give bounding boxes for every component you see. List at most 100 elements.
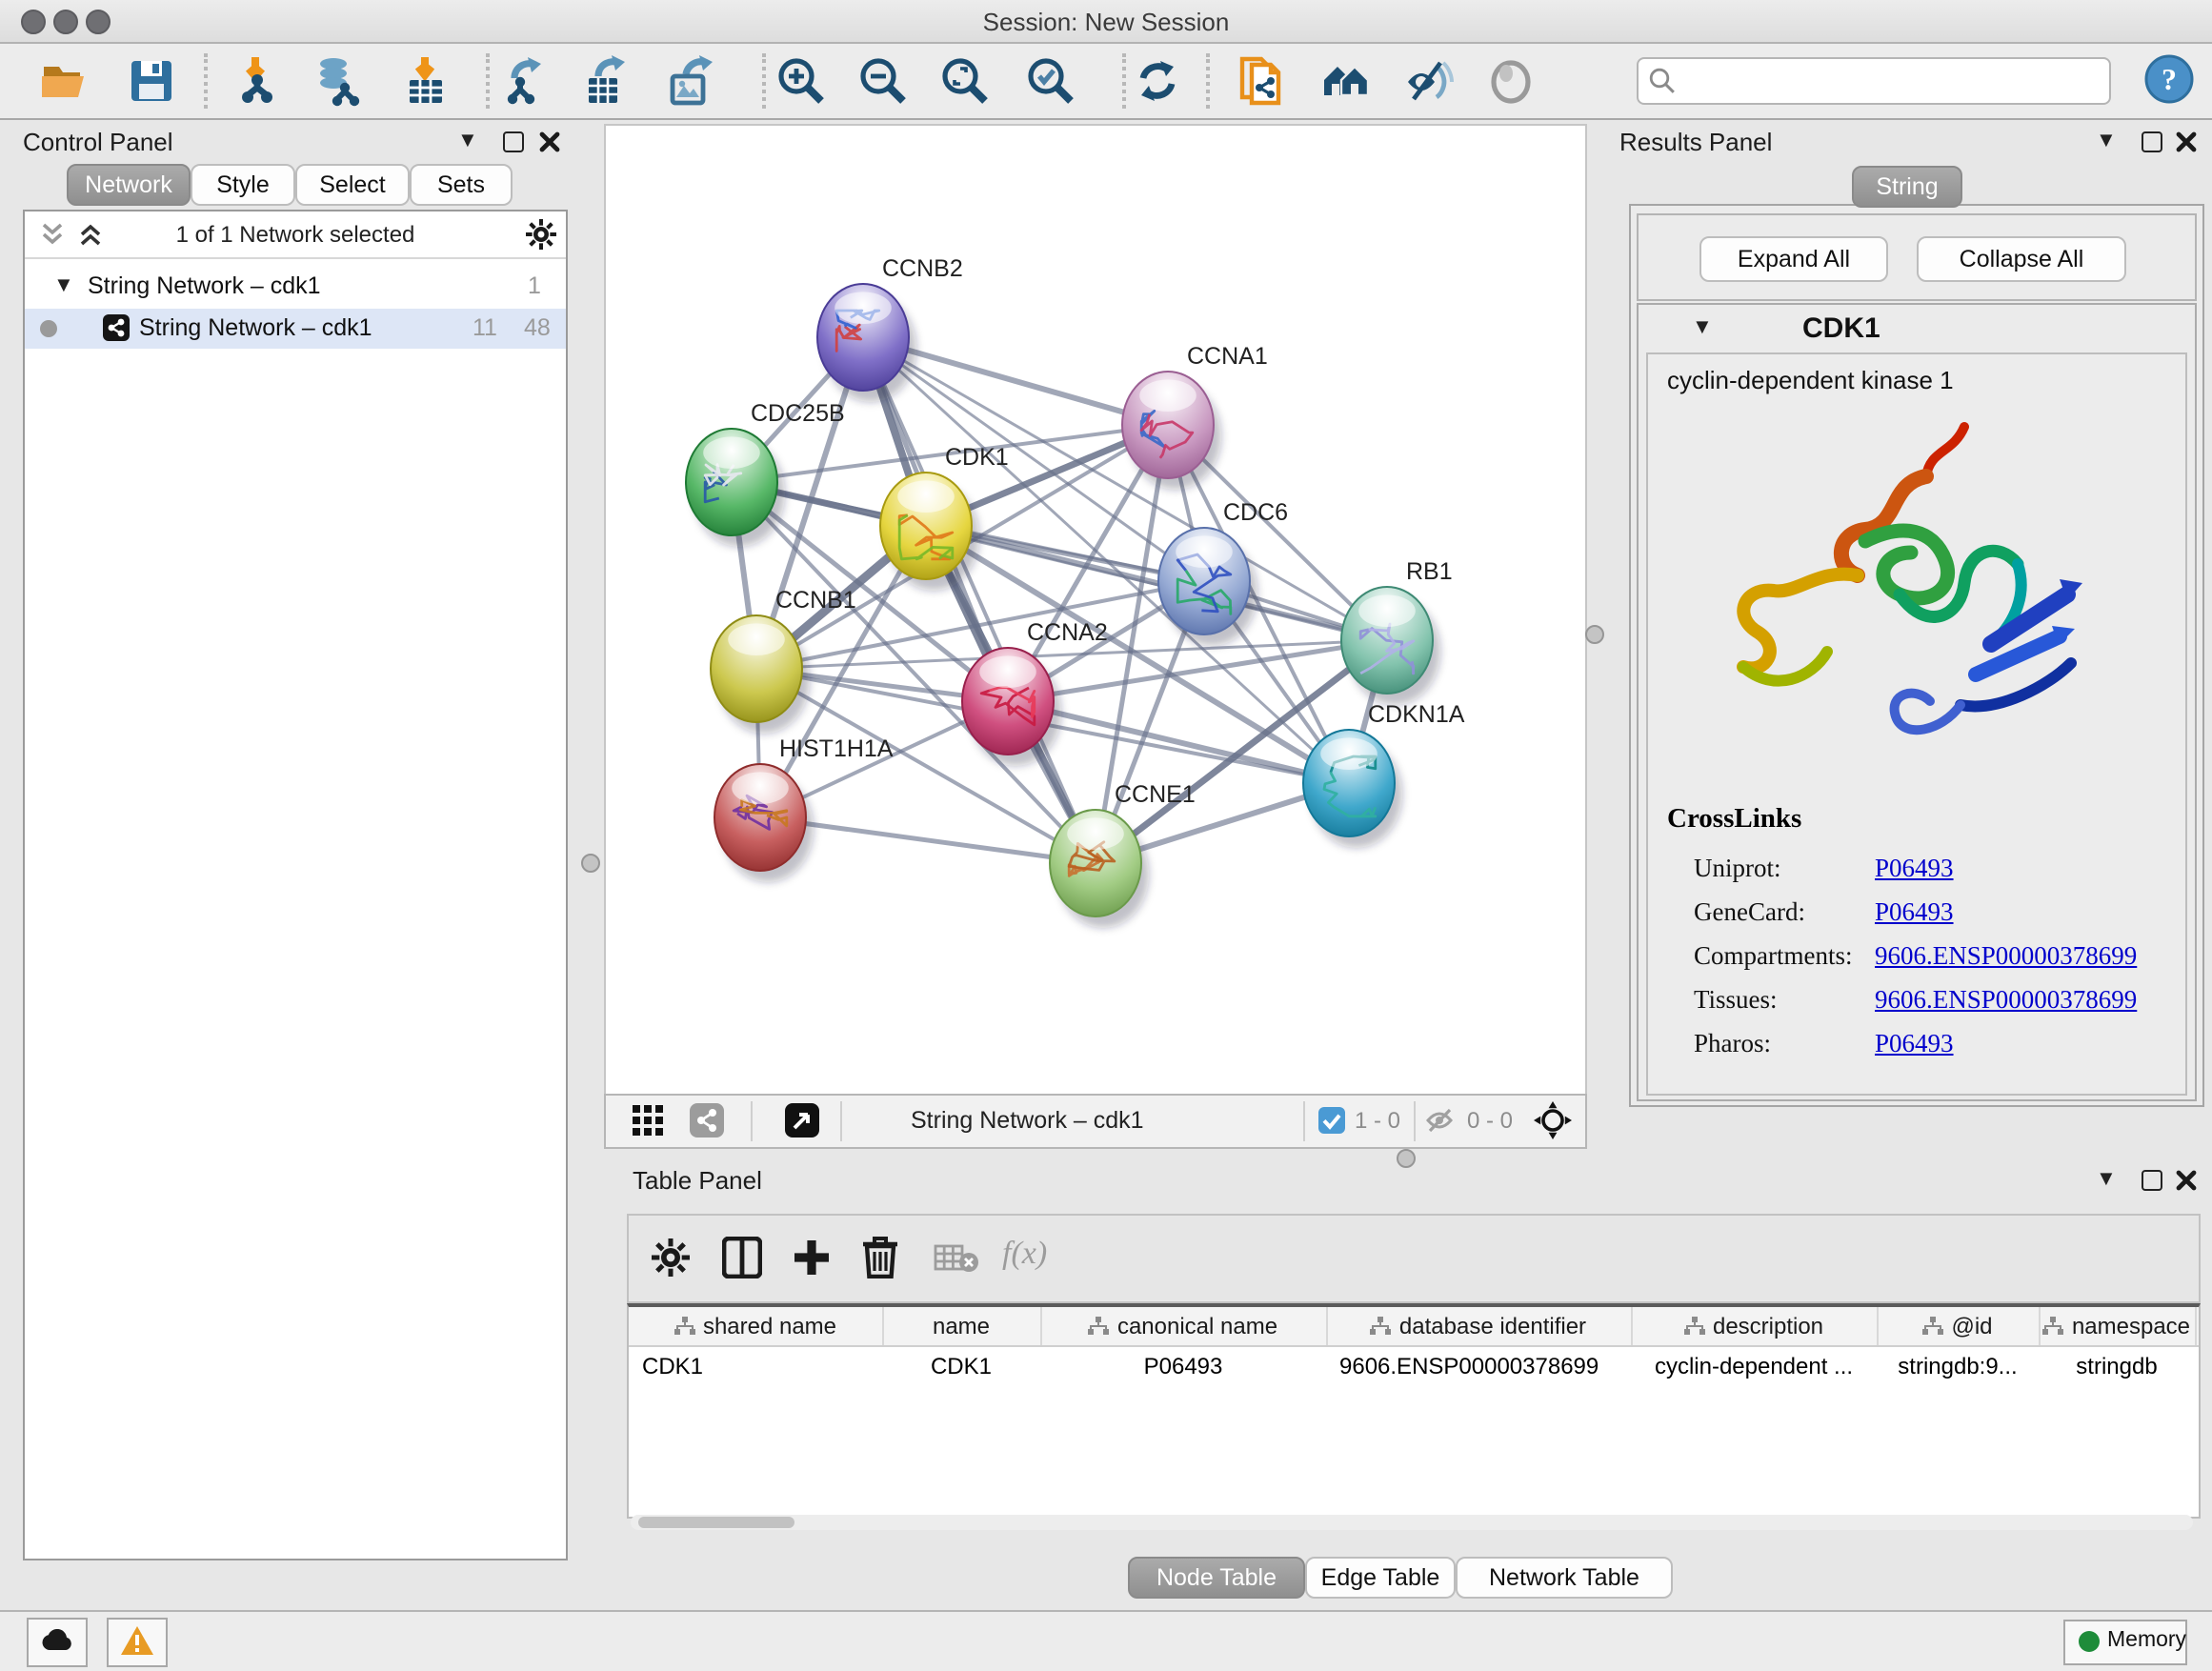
show-columns-icon[interactable] bbox=[722, 1237, 762, 1278]
open-session-icon[interactable] bbox=[38, 55, 90, 107]
export-network-icon[interactable] bbox=[499, 55, 551, 107]
import-table-icon[interactable] bbox=[400, 55, 452, 107]
selected-checkbox-icon[interactable] bbox=[1318, 1107, 1345, 1134]
column-header-description[interactable]: description bbox=[1631, 1307, 1879, 1345]
table-cell[interactable]: P06493 bbox=[1040, 1347, 1326, 1385]
hidden-eye-slash-icon[interactable] bbox=[1425, 1107, 1458, 1134]
memory-status-dot bbox=[2079, 1631, 2100, 1652]
network-node-CCNE1[interactable]: CCNE1 bbox=[1050, 781, 1196, 928]
results-panel-close-icon[interactable] bbox=[2176, 131, 2197, 152]
bottom-splitter-handle[interactable] bbox=[1397, 1149, 1416, 1168]
zoom-fit-icon[interactable] bbox=[939, 55, 991, 107]
collapse-all-button[interactable]: Collapse All bbox=[1917, 236, 2126, 282]
table-cell[interactable]: stringdb bbox=[2039, 1347, 2195, 1385]
home-stringify-icon[interactable] bbox=[1320, 55, 1372, 107]
help-icon[interactable]: ? bbox=[2143, 53, 2195, 105]
expand-all-button[interactable]: Expand All bbox=[1699, 236, 1888, 282]
tab-sets[interactable]: Sets bbox=[410, 164, 513, 206]
collection-expander-icon[interactable]: ▼ bbox=[53, 274, 74, 297]
zoom-selected-icon[interactable] bbox=[1025, 55, 1076, 107]
table-row[interactable]: CDK1CDK1P064939606.ENSP00000378699cyclin… bbox=[629, 1347, 2199, 1385]
table-cell[interactable]: cyclin-dependent ... bbox=[1631, 1347, 1877, 1385]
network-share-view-icon[interactable] bbox=[690, 1103, 724, 1137]
shared-column-icon bbox=[1922, 1317, 1943, 1336]
hide-unhide-icon[interactable] bbox=[1402, 55, 1454, 107]
results-panel-maximize-icon[interactable] bbox=[2142, 131, 2162, 152]
create-column-plus-icon[interactable] bbox=[791, 1237, 833, 1278]
table-options-gear-icon[interactable] bbox=[652, 1238, 690, 1277]
network-node-CDK1[interactable]: CDK1 bbox=[880, 444, 1009, 591]
export-table-icon[interactable] bbox=[581, 55, 633, 107]
selected-node-edge-counts: 1 - 0 bbox=[1355, 1107, 1400, 1134]
node-table[interactable]: shared namenamecanonical namedatabase id… bbox=[627, 1303, 2201, 1519]
crosslink-genecard-link[interactable]: P06493 bbox=[1875, 897, 1954, 928]
table-cell[interactable]: stringdb:9... bbox=[1877, 1347, 2039, 1385]
column-header-databaseidentifier[interactable]: database identifier bbox=[1326, 1307, 1633, 1345]
network-row-selected[interactable]: String Network – cdk1 11 48 bbox=[25, 309, 566, 349]
network-options-gear-icon[interactable] bbox=[526, 219, 556, 250]
export-image-icon[interactable] bbox=[665, 55, 716, 107]
control-panel-float-icon[interactable]: ▼ bbox=[457, 130, 478, 152]
entry-expander-icon[interactable]: ▼ bbox=[1692, 316, 1713, 339]
fit-selected-crosshair-icon[interactable] bbox=[1534, 1101, 1572, 1139]
table-cell[interactable]: CDK1 bbox=[882, 1347, 1040, 1385]
crosslink-compartments-link[interactable]: 9606.ENSP00000378699 bbox=[1875, 941, 2137, 972]
search-input[interactable] bbox=[1684, 63, 2101, 99]
table-panel-float-icon[interactable]: ▼ bbox=[2096, 1168, 2117, 1191]
crosslink-uniprot-link[interactable]: P06493 bbox=[1875, 854, 1954, 884]
column-header-name[interactable]: name bbox=[882, 1307, 1042, 1345]
tab-style[interactable]: Style bbox=[191, 164, 295, 206]
table-panel-maximize-icon[interactable] bbox=[2142, 1170, 2162, 1191]
grid-view-icon[interactable] bbox=[633, 1105, 665, 1137]
column-header-id[interactable]: @id bbox=[1877, 1307, 2041, 1345]
table-panel-close-icon[interactable] bbox=[2176, 1170, 2197, 1191]
crosslink-label: Compartments: bbox=[1694, 941, 1853, 972]
network-node-CCNB2[interactable]: CCNB2 bbox=[817, 255, 963, 402]
scrollbar-thumb[interactable] bbox=[638, 1517, 794, 1528]
tab-node-table[interactable]: Node Table bbox=[1128, 1557, 1305, 1599]
network-collection-row[interactable]: ▼ String Network – cdk1 1 bbox=[25, 267, 566, 307]
tab-edge-table[interactable]: Edge Table bbox=[1305, 1557, 1456, 1599]
birds-eye-view-icon[interactable] bbox=[785, 1103, 819, 1137]
clone-network-icon[interactable] bbox=[1235, 55, 1286, 107]
left-splitter-handle[interactable] bbox=[581, 854, 600, 873]
right-splitter-handle[interactable] bbox=[1585, 625, 1604, 644]
zoom-in-icon[interactable] bbox=[775, 55, 827, 107]
network-canvas[interactable]: CCNB2CCNA1CDC25BCDK1CDC6RB1CCNB1CCNA2CDK… bbox=[604, 124, 1587, 1096]
network-node-RB1[interactable]: RB1 bbox=[1341, 558, 1453, 705]
crosslink-pharos-link[interactable]: P06493 bbox=[1875, 1029, 1954, 1059]
tab-network-table[interactable]: Network Table bbox=[1456, 1557, 1673, 1599]
crosslink-tissues-link[interactable]: 9606.ENSP00000378699 bbox=[1875, 985, 2137, 1016]
control-panel-close-icon[interactable] bbox=[539, 131, 560, 152]
control-panel-maximize-icon[interactable] bbox=[503, 131, 524, 152]
column-header-sharedname[interactable]: shared name bbox=[629, 1307, 884, 1345]
preview-eye-icon[interactable] bbox=[1486, 55, 1538, 107]
column-header-label: @id bbox=[1951, 1313, 1992, 1339]
tab-network[interactable]: Network bbox=[67, 164, 191, 206]
entry-gene-name: CDK1 bbox=[1802, 312, 1880, 345]
memory-button[interactable]: Memory bbox=[2063, 1620, 2187, 1665]
network-view-title: String Network – cdk1 bbox=[911, 1107, 1144, 1134]
zoom-out-icon[interactable] bbox=[857, 55, 909, 107]
column-header-namespace[interactable]: namespace bbox=[2039, 1307, 2197, 1345]
tab-select[interactable]: Select bbox=[295, 164, 410, 206]
results-panel-float-icon[interactable]: ▼ bbox=[2096, 130, 2117, 152]
import-network-icon[interactable] bbox=[232, 55, 284, 107]
refresh-icon[interactable] bbox=[1132, 55, 1183, 107]
delete-column-trash-icon[interactable] bbox=[861, 1235, 899, 1278]
import-network-from-database-icon[interactable] bbox=[312, 55, 364, 107]
table-cell[interactable]: CDK1 bbox=[629, 1347, 895, 1385]
network-node-CCNA1[interactable]: CCNA1 bbox=[1122, 343, 1268, 490]
column-header-canonicalname[interactable]: canonical name bbox=[1040, 1307, 1328, 1345]
network-node-CDKN1A[interactable]: CDKN1A bbox=[1303, 701, 1465, 848]
warning-button[interactable] bbox=[107, 1618, 168, 1667]
table-cell[interactable]: 9606.ENSP00000378699 bbox=[1326, 1347, 1644, 1385]
search-box[interactable] bbox=[1637, 57, 2111, 105]
node-label-CDK1: CDK1 bbox=[945, 444, 1009, 471]
network-edge-CCNB2-CCNE1[interactable] bbox=[863, 337, 1096, 863]
cloud-button[interactable] bbox=[27, 1618, 88, 1667]
network-node-HIST1H1A[interactable]: HIST1H1A bbox=[714, 735, 894, 882]
table-horizontal-scrollbar[interactable] bbox=[631, 1515, 2193, 1530]
save-session-icon[interactable] bbox=[126, 55, 177, 107]
tab-string-results[interactable]: String bbox=[1852, 166, 1962, 208]
